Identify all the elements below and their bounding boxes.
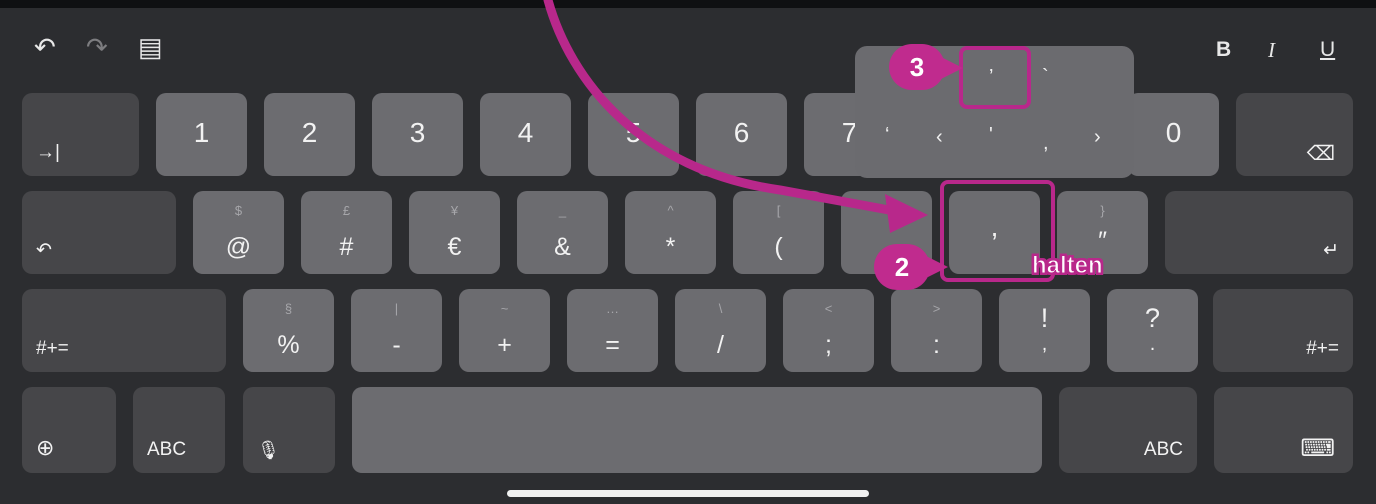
step-2-pointer	[924, 255, 948, 279]
hold-label: halten	[1032, 252, 1104, 280]
step-3-badge: 3	[889, 44, 945, 90]
step-3-pointer	[939, 56, 963, 80]
keyboard: ↶ ↷ ▤ B I U →| 1 2 3 4 5 6 7 0 ⌫ ↶ $ @ £…	[0, 0, 1376, 504]
annotation-arrow	[543, 0, 928, 233]
step-2-badge: 2	[874, 244, 930, 290]
home-indicator[interactable]	[507, 490, 869, 497]
